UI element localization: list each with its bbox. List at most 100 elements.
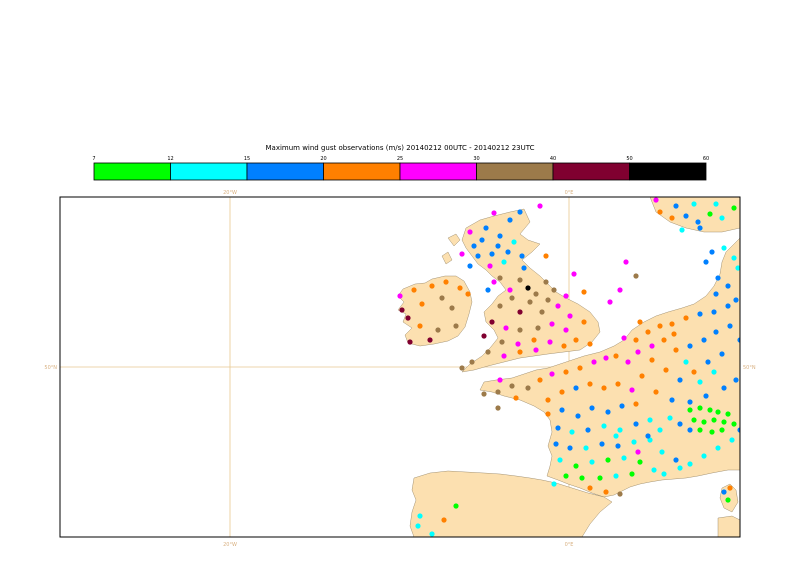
station-marker xyxy=(619,403,625,409)
station-marker xyxy=(531,337,537,343)
station-marker xyxy=(663,367,669,373)
station-marker xyxy=(649,343,655,349)
station-marker xyxy=(727,323,733,329)
station-marker xyxy=(497,303,503,309)
station-marker xyxy=(625,359,631,365)
station-marker xyxy=(715,445,721,451)
station-marker xyxy=(545,411,551,417)
station-marker xyxy=(563,473,569,479)
station-marker xyxy=(695,219,701,225)
station-marker xyxy=(697,311,703,317)
station-marker xyxy=(501,353,507,359)
station-marker xyxy=(603,355,609,361)
station-marker xyxy=(497,377,503,383)
station-marker xyxy=(709,249,715,255)
station-marker xyxy=(499,339,505,345)
station-marker xyxy=(507,287,513,293)
station-marker xyxy=(457,285,463,291)
graticule-label: 20°W xyxy=(223,190,237,196)
station-marker xyxy=(517,349,523,355)
station-marker xyxy=(731,255,737,261)
station-marker xyxy=(435,327,441,333)
station-marker xyxy=(517,309,523,315)
station-marker xyxy=(605,409,611,415)
station-marker xyxy=(637,459,643,465)
graticule-label: 50°N xyxy=(44,365,57,371)
station-marker xyxy=(597,475,603,481)
station-marker xyxy=(669,321,675,327)
station-marker xyxy=(721,245,727,251)
station-marker xyxy=(561,343,567,349)
station-marker xyxy=(503,325,509,331)
station-marker xyxy=(441,517,447,523)
station-marker xyxy=(687,461,693,467)
station-marker xyxy=(567,445,573,451)
graticule-label: 50°N xyxy=(743,365,756,371)
station-marker xyxy=(495,389,501,395)
station-marker xyxy=(703,393,709,399)
station-marker xyxy=(701,337,707,343)
station-marker xyxy=(711,309,717,315)
station-marker xyxy=(727,485,733,491)
station-marker xyxy=(537,203,543,209)
station-marker xyxy=(731,421,737,427)
station-marker xyxy=(719,427,725,433)
station-marker xyxy=(715,409,721,415)
station-marker xyxy=(631,439,637,445)
station-marker xyxy=(551,287,557,293)
station-marker xyxy=(629,471,635,477)
station-marker xyxy=(469,359,475,365)
station-marker xyxy=(635,449,641,455)
station-marker xyxy=(397,293,403,299)
station-marker xyxy=(485,287,491,293)
station-marker xyxy=(411,287,417,293)
station-marker xyxy=(731,205,737,211)
station-marker xyxy=(535,325,541,331)
station-marker xyxy=(511,239,517,245)
station-marker xyxy=(645,329,651,335)
station-marker xyxy=(587,485,593,491)
station-marker xyxy=(587,341,593,347)
station-marker xyxy=(659,449,665,455)
station-marker xyxy=(555,303,561,309)
station-marker xyxy=(607,299,613,305)
station-marker xyxy=(733,377,739,383)
station-marker xyxy=(605,457,611,463)
station-marker xyxy=(687,399,693,405)
station-marker xyxy=(495,405,501,411)
station-marker xyxy=(633,273,639,279)
station-marker xyxy=(691,417,697,423)
station-marker xyxy=(691,201,697,207)
station-marker xyxy=(543,279,549,285)
station-marker xyxy=(471,243,477,249)
station-marker xyxy=(481,333,487,339)
station-marker xyxy=(449,305,455,311)
station-marker xyxy=(515,341,521,347)
station-marker xyxy=(427,337,433,343)
station-marker xyxy=(729,437,735,443)
station-marker xyxy=(569,429,575,435)
station-marker xyxy=(399,307,405,313)
station-marker xyxy=(589,405,595,411)
station-marker xyxy=(591,359,597,365)
station-marker xyxy=(669,397,675,403)
station-marker xyxy=(571,271,577,277)
graticule-label: 20°W xyxy=(223,542,237,548)
station-marker xyxy=(573,463,579,469)
station-marker xyxy=(697,427,703,433)
station-marker xyxy=(525,385,531,391)
station-marker xyxy=(691,369,697,375)
land-area xyxy=(717,515,740,537)
station-marker xyxy=(533,291,539,297)
station-marker xyxy=(405,315,411,321)
station-marker xyxy=(733,297,739,303)
station-marker xyxy=(623,259,629,265)
station-marker xyxy=(501,259,507,265)
station-marker xyxy=(429,531,435,537)
station-marker xyxy=(497,275,503,281)
station-marker xyxy=(559,389,565,395)
station-marker xyxy=(563,369,569,375)
map-panel: 20°W 0°E 20°W 0°E 50°N 50°N xyxy=(44,190,756,548)
station-marker xyxy=(635,349,641,355)
station-marker xyxy=(713,329,719,335)
